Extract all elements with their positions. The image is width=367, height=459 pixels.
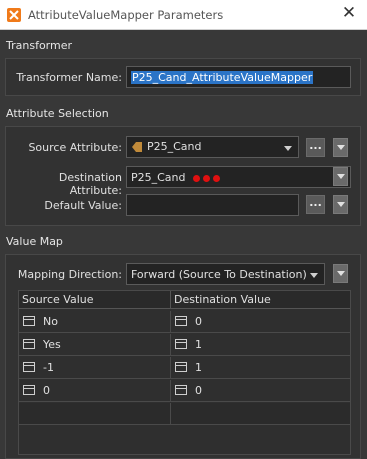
value-edit-icon: [175, 362, 187, 372]
mapping-direction-label: Mapping Direction:: [17, 268, 122, 281]
default-value-input[interactable]: [126, 194, 299, 216]
mapping-direction-menu-button[interactable]: [333, 264, 348, 283]
transformer-name-input[interactable]: P25_Cand_AttributeValueMapper: [126, 66, 351, 88]
transformer-section-title: Transformer: [6, 39, 73, 52]
value-edit-icon: [23, 316, 35, 326]
required-dot-icon: [192, 174, 200, 182]
value-edit-icon: [175, 339, 187, 349]
table-cell-source[interactable]: 0: [19, 380, 171, 402]
chevron-down-icon: [310, 273, 318, 278]
value-edit-icon: [23, 385, 35, 395]
window-title: AttributeValueMapper Parameters: [28, 8, 224, 22]
value-map-table: Source Value Destination Value No 0 Yes …: [18, 290, 351, 455]
required-dot-icon: [202, 174, 210, 182]
value-edit-icon: [23, 362, 35, 372]
source-attribute-dropdown[interactable]: P25_Cand: [126, 136, 299, 158]
value-edit-icon: [175, 385, 187, 395]
title-bar: AttributeValueMapper Parameters ✕: [0, 0, 367, 30]
close-icon[interactable]: ✕: [339, 3, 359, 23]
table-cell-destination[interactable]: 1: [171, 334, 350, 356]
destination-attribute-value: P25_Cand: [131, 171, 186, 184]
transformer-section-header: Transformer: [0, 36, 367, 56]
chevron-down-icon: [337, 202, 345, 207]
column-header-destination[interactable]: Destination Value: [171, 291, 350, 309]
destination-attribute-label: Destination Attribute:: [58, 171, 122, 197]
default-value-menu-button[interactable]: [333, 195, 348, 214]
source-attribute-ellipsis-button[interactable]: ...: [306, 138, 325, 157]
default-value-label: Default Value:: [44, 199, 122, 212]
chevron-down-icon: [284, 146, 292, 151]
app-logo-icon: [7, 8, 21, 22]
chevron-down-icon: [337, 271, 345, 276]
value-map-section-header: Value Map: [0, 232, 367, 252]
table-cell-source[interactable]: Yes: [19, 334, 171, 356]
value-edit-icon: [23, 339, 35, 349]
attribute-selection-section-title: Attribute Selection: [6, 107, 109, 120]
mapping-direction-dropdown[interactable]: Forward (Source To Destination): [126, 263, 325, 285]
transformer-name-label: Transformer Name:: [16, 71, 122, 84]
table-cell-source[interactable]: No: [19, 311, 171, 333]
table-cell-empty[interactable]: [171, 403, 350, 425]
table-cell-source[interactable]: -1: [19, 357, 171, 379]
attribute-tag-icon: [132, 142, 142, 152]
table-cell-destination[interactable]: 1: [171, 357, 350, 379]
value-map-section-title: Value Map: [6, 235, 63, 248]
table-cell-destination[interactable]: 0: [171, 311, 350, 333]
source-attribute-label: Source Attribute:: [28, 141, 122, 154]
default-value-ellipsis-button[interactable]: ...: [306, 195, 325, 214]
transformer-name-value: P25_Cand_AttributeValueMapper: [131, 71, 314, 84]
required-dot-icon: [212, 174, 220, 182]
table-cell-empty[interactable]: [19, 403, 171, 425]
mapping-direction-value: Forward (Source To Destination): [131, 268, 307, 281]
attribute-selection-section-header: Attribute Selection: [0, 104, 367, 124]
destination-attribute-menu-button[interactable]: [333, 167, 348, 186]
chevron-down-icon: [337, 145, 345, 150]
source-attribute-menu-button[interactable]: [333, 138, 348, 157]
value-edit-icon: [175, 316, 187, 326]
column-header-source[interactable]: Source Value: [19, 291, 171, 309]
table-cell-destination[interactable]: 0: [171, 380, 350, 402]
source-attribute-value: P25_Cand: [147, 140, 202, 153]
destination-attribute-input[interactable]: P25_Cand: [126, 166, 351, 188]
chevron-down-icon: [337, 174, 345, 179]
